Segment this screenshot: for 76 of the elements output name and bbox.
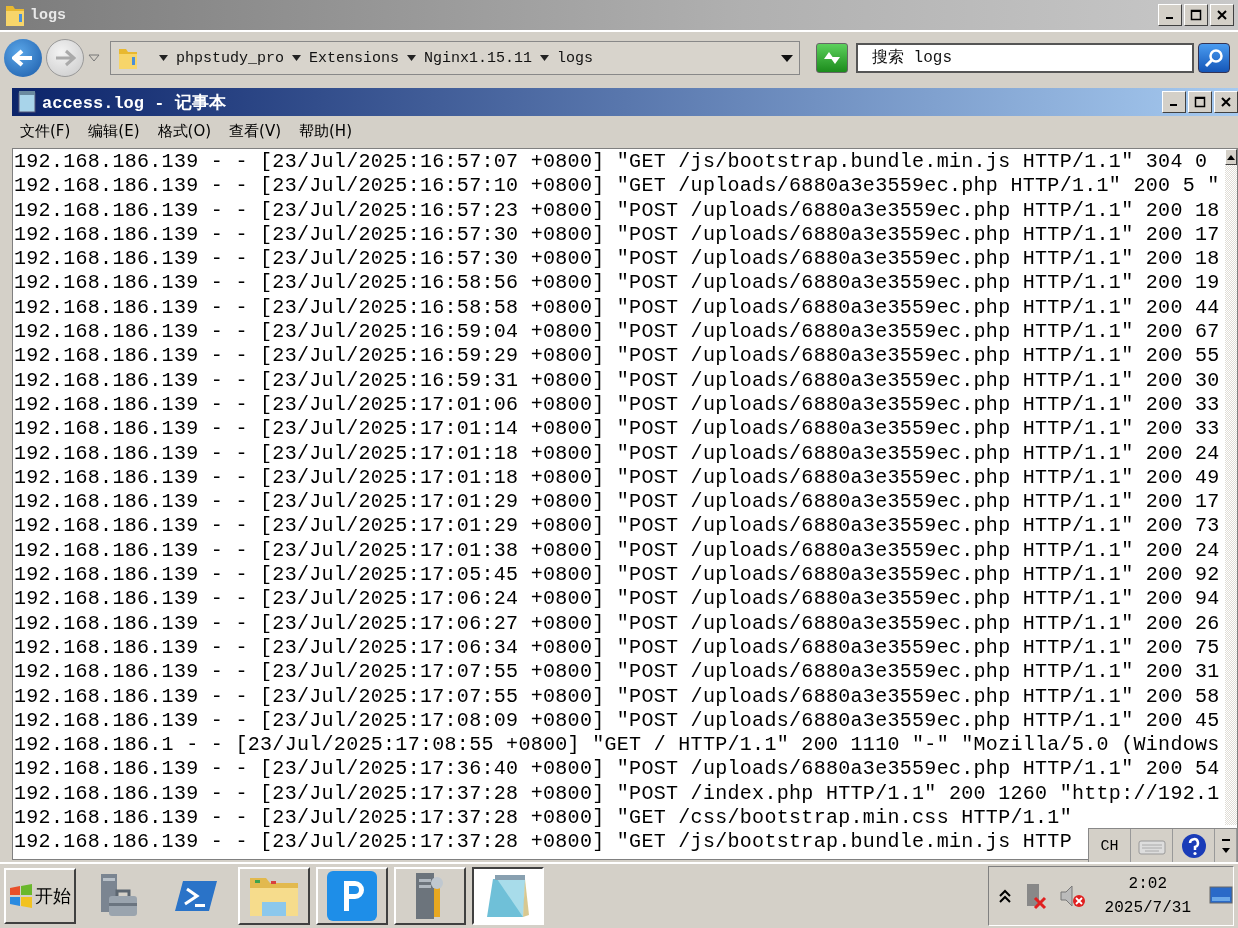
close-icon[interactable]	[1220, 96, 1232, 108]
breadcrumb-item[interactable]: logs	[555, 49, 596, 67]
clock-date[interactable]: 2025/7/31	[1104, 899, 1191, 917]
clock-time[interactable]: 2:02	[1128, 875, 1167, 893]
log-line: 192.168.186.139 - - [23/Jul/2025:17:01:18 +0800] "POST /uploads/6880a3e3559ec.php HTTP/1.1" 200 24	[14, 441, 1220, 466]
search-button[interactable]	[1198, 43, 1230, 73]
log-line: 192.168.186.139 - - [23/Jul/2025:16:57:10 +0800] "GET /uploads/6880a3e3559ec.php HTTP/1.1" 200 5 "	[14, 174, 1220, 199]
log-line: 192.168.186.139 - - [23/Jul/2025:16:57:23 +0800] "POST /uploads/6880a3e3559ec.php HTTP/1.1" 200 18	[14, 198, 1220, 223]
minimize-button[interactable]	[1162, 91, 1186, 113]
text-editor[interactable]	[12, 148, 1238, 860]
up-arrow-icon[interactable]	[1227, 154, 1235, 160]
log-line: 192.168.186.139 - - [23/Jul/2025:16:57:30 +0800] "POST /uploads/6880a3e3559ec.php HTTP/1.1" 200 18	[14, 247, 1220, 272]
minimize-button[interactable]	[1158, 4, 1182, 26]
search-icon[interactable]	[1204, 48, 1224, 68]
log-line: 192.168.186.139 - - [23/Jul/2025:16:58:58 +0800] "POST /uploads/6880a3e3559ec.php HTTP/1.1" 200 44	[14, 295, 1220, 321]
log-line: 192.168.186.139 - - [23/Jul/2025:17:07:55 +0800] "POST /uploads/6880a3e3559ec.php HTTP/1.1" 200 58	[14, 684, 1220, 709]
taskbar-app[interactable]	[472, 867, 544, 925]
address-bar[interactable]: phpstudy_pro Extensions Nginx1.15.11 logs	[110, 41, 800, 75]
chevron-icon[interactable]	[407, 55, 417, 61]
chevron-icon[interactable]	[540, 55, 550, 61]
maximize-icon[interactable]	[1194, 96, 1206, 108]
menu-item[interactable]: 编辑(E)	[86, 122, 142, 141]
log-line: 192.168.186.139 - - [23/Jul/2025:16:58:56 +0800] "POST /uploads/6880a3e3559ec.php HTTP/1.1" 200 19	[14, 271, 1220, 296]
history-dropdown-icon[interactable]	[88, 54, 100, 62]
show-desktop-icon[interactable]	[1209, 885, 1233, 907]
log-line: 192.168.186.139 - - [23/Jul/2025:17:06:34 +0800] "POST /uploads/6880a3e3559ec.php HTTP/1.1" 200 75	[14, 635, 1220, 661]
menu-item[interactable]: 帮助(H)	[297, 122, 354, 141]
menu-item[interactable]: 查看(V)	[227, 122, 283, 141]
chevron-icon[interactable]	[159, 55, 168, 61]
log-line: 192.168.186.139 - - [23/Jul/2025:17:36:40 +0800] "POST /uploads/6880a3e3559ec.php HTTP/1.1" 200 54	[14, 757, 1220, 782]
menu-item[interactable]: 文件(F)	[18, 122, 73, 141]
close-button[interactable]	[1210, 4, 1234, 26]
breadcrumb-item[interactable]: Extensions	[307, 49, 402, 67]
menu-item[interactable]: 格式(O)	[155, 122, 214, 141]
dropdown-icon[interactable]	[781, 54, 793, 62]
breadcrumb-item[interactable]: phpstudy_pro	[174, 49, 287, 67]
window-title: access.log - 记事本	[42, 92, 227, 114]
log-line: 192.168.186.139 - - [23/Jul/2025:16:59:29 +0800] "POST /uploads/6880a3e3559ec.php HTTP/1.1" 200 55	[14, 344, 1220, 369]
scrollbar[interactable]	[1225, 149, 1237, 825]
chevron-up-icon[interactable]	[998, 889, 1011, 903]
log-line: 192.168.186.139 - - [23/Jul/2025:17:06:24 +0800] "POST /uploads/6880a3e3559ec.php HTTP/1.1" 200 94	[14, 587, 1220, 612]
close-button[interactable]	[1214, 91, 1238, 113]
log-line: 192.168.186.139 - - [23/Jul/2025:17:05:45 +0800] "POST /uploads/6880a3e3559ec.php HTTP/1.1" 200 92	[14, 563, 1220, 588]
log-line: 192.168.186.139 - - [23/Jul/2025:16:57:07 +0800] "GET /js/bootstrap.bundle.min.js HTTP/1.1" 304 0	[14, 150, 1208, 175]
refresh-button[interactable]	[816, 43, 848, 73]
log-line: 192.168.186.139 - - [23/Jul/2025:17:37:28 +0800] "POST /index.php HTTP/1.1" 200 1260 "http://192.1	[14, 781, 1220, 806]
log-line: 192.168.186.139 - - [23/Jul/2025:16:57:30 +0800] "POST /uploads/6880a3e3559ec.php HTTP/1.1" 200 17	[14, 222, 1220, 248]
log-line: 192.168.186.139 - - [23/Jul/2025:17:37:28 +0800] "GET /css/bootstrap.min.css HTTP/1.1"	[14, 806, 1072, 831]
close-icon[interactable]	[1216, 9, 1228, 21]
log-line: 192.168.186.139 - - [23/Jul/2025:17:01:14 +0800] "POST /uploads/6880a3e3559ec.php HTTP/1.1" 200 33	[14, 417, 1220, 442]
log-line: 192.168.186.139 - - [23/Jul/2025:17:01:06 +0800] "POST /uploads/6880a3e3559ec.php HTTP/1.1" 200 33	[14, 392, 1220, 418]
maximize-button[interactable]	[1188, 91, 1212, 113]
back-button[interactable]	[4, 39, 42, 77]
log-line: 192.168.186.139 - - [23/Jul/2025:17:07:55 +0800] "POST /uploads/6880a3e3559ec.php HTTP/1.1" 200 31	[14, 660, 1220, 685]
log-line: 192.168.186.139 - - [23/Jul/2025:17:01:18 +0800] "POST /uploads/6880a3e3559ec.php HTTP/1.1" 200 49	[14, 465, 1220, 491]
log-line: 192.168.186.139 - - [23/Jul/2025:16:59:04 +0800] "POST /uploads/6880a3e3559ec.php HTTP/1.1" 200 67	[14, 320, 1220, 345]
breadcrumb-item[interactable]: Nginx1.15.11	[422, 49, 535, 67]
log-line: 192.168.186.139 - - [23/Jul/2025:17:01:29 +0800] "POST /uploads/6880a3e3559ec.php HTTP/1.1" 200 17	[14, 490, 1220, 515]
speaker-muted-icon[interactable]	[1058, 883, 1087, 909]
back-arrow-icon[interactable]	[12, 49, 34, 67]
log-line: 192.168.186.1 - - [23/Jul/2025:17:08:55 +0800] "GET / HTTP/1.1" 200 1110 "-" "Mozilla/5.0 (Windows	[14, 733, 1220, 758]
help-icon[interactable]	[1180, 833, 1207, 859]
log-line: 192.168.186.139 - - [23/Jul/2025:16:59:31 +0800] "POST /uploads/6880a3e3559ec.php HTTP/1.1" 200 30	[14, 368, 1220, 393]
restore-icon[interactable]	[1190, 9, 1202, 21]
log-line: 192.168.186.139 - - [23/Jul/2025:17:01:29 +0800] "POST /uploads/6880a3e3559ec.php HTTP/1.1" 200 73	[14, 514, 1220, 539]
notepad-icon	[16, 90, 38, 114]
log-line: 192.168.186.139 - - [23/Jul/2025:17:08:09 +0800] "POST /uploads/6880a3e3559ec.php HTTP/1.1" 200 45	[14, 708, 1220, 734]
start-button[interactable]: 开始	[4, 868, 76, 924]
log-line: 192.168.186.139 - - [23/Jul/2025:17:37:28 +0800] "GET /js/bootstrap.bundle.min.js HTTP	[14, 830, 1072, 855]
window-title: logs	[30, 6, 67, 24]
scroll-up-button[interactable]	[1225, 149, 1237, 165]
restore-button[interactable]	[1184, 4, 1208, 26]
log-line: 192.168.186.139 - - [23/Jul/2025:17:06:27 +0800] "POST /uploads/6880a3e3559ec.php HTTP/1.1" 200 26	[14, 611, 1220, 636]
log-line: 192.168.186.139 - - [23/Jul/2025:17:01:38 +0800] "POST /uploads/6880a3e3559ec.php HTTP/1.1" 200 24	[14, 538, 1220, 564]
search-field[interactable]: 搜索 logs	[856, 43, 1194, 73]
chevron-icon[interactable]	[292, 55, 302, 61]
